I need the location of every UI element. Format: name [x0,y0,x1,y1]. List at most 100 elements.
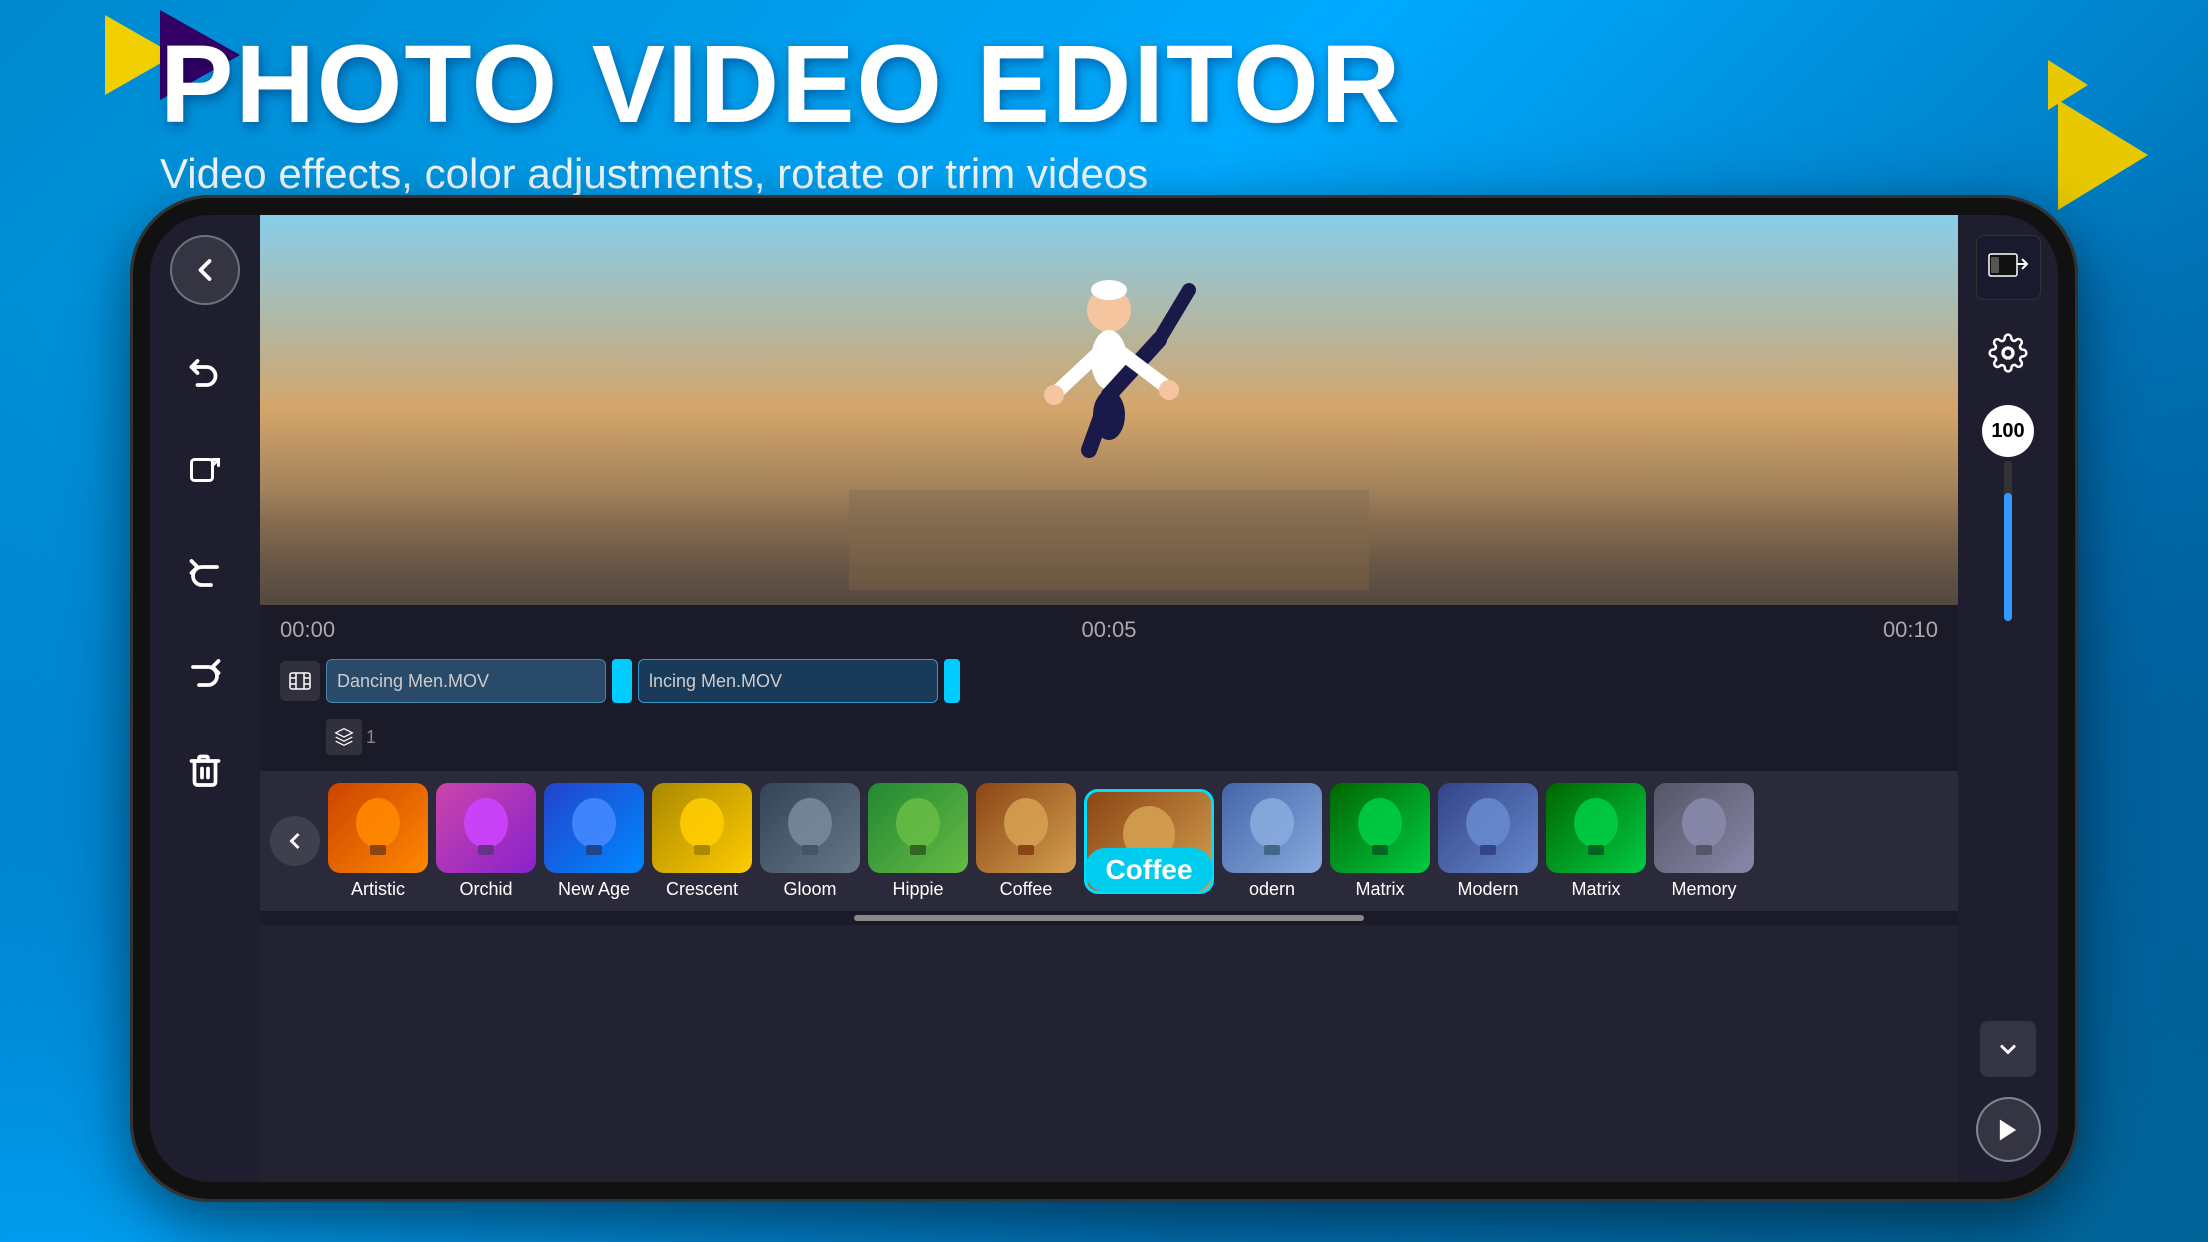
effect-label-memory: Memory [1671,879,1736,900]
video-track-row: Dancing Men.MOV lncing Men.MOV Break Dan… [280,653,1938,709]
settings-icon [1988,333,2028,373]
clip-1[interactable]: Dancing Men.MOV [326,659,606,703]
undo-button[interactable] [170,335,240,405]
main-content: 00:00 00:05 00:10 [260,215,1958,1182]
app-title: PHOTO VIDEO EDITOR [160,30,1402,140]
play-icon [1994,1116,2022,1144]
effect-thumb-modern2 [1438,783,1538,873]
video-track-icon [280,661,320,701]
balloon-artistic [348,793,408,863]
volume-fill [2004,493,2012,621]
effect-label-crescent: Crescent [666,879,738,900]
effect-label-matrix2: Matrix [1572,879,1621,900]
clip-2-label: lncing Men.MOV [649,671,782,692]
effects-strip: Artistic Orchid [260,771,1958,911]
balloon-orchid [456,793,516,863]
video-frame [260,215,1958,605]
scrollbar-area [260,911,1958,925]
export-button[interactable] [170,435,240,505]
settings-button[interactable] [1976,320,2041,385]
timestamp-5: 00:05 [1081,617,1136,643]
effect-item-gloom[interactable]: Gloom [760,783,860,900]
play-button[interactable] [1976,1097,2041,1162]
film-icon [288,669,312,693]
scroll-indicator[interactable] [854,915,1363,921]
effect-label-new-age: New Age [558,879,630,900]
effect-item-artistic[interactable]: Artistic [328,783,428,900]
overlay-icon [326,719,362,755]
balloon-matrix [1350,793,1410,863]
balloon-newage [564,793,624,863]
header: PHOTO VIDEO EDITOR Video effects, color … [160,30,1402,198]
effect-thumb-new-age [544,783,644,873]
redo-forward-icon [187,652,223,688]
redo-back-icon [187,552,223,588]
effect-item-matrix2[interactable]: Matrix [1546,783,1646,900]
phone-screen: 00:00 00:05 00:10 [150,215,2058,1182]
volume-slider[interactable]: 100 [1982,405,2034,1001]
effect-label-modern: odern [1249,879,1295,900]
undo-icon [187,352,223,388]
timeline-area: 00:00 00:05 00:10 [260,605,1958,771]
right-sidebar: 100 [1958,215,2058,1182]
effect-label-artistic: Artistic [351,879,405,900]
balloon-matrix2 [1566,793,1626,863]
timestamp-10: 00:10 [1883,617,1938,643]
effect-item-new-age[interactable]: New Age [544,783,644,900]
effect-item-hippie[interactable]: Hippie [868,783,968,900]
effect-label-matrix: Matrix [1356,879,1405,900]
balloon-hippie [888,793,948,863]
clip-border-cyan [612,659,632,703]
effect-item-coffee[interactable]: Coffee [976,783,1076,900]
effect-thumb-crescent [652,783,752,873]
balloon-memory [1674,793,1734,863]
phone-container: 00:00 00:05 00:10 [130,195,2078,1202]
balloon-coffee [996,793,1056,863]
balloon-modern [1242,793,1302,863]
triangle-yellow-small-icon [2048,60,2088,110]
effect-item-modern[interactable]: odern [1222,783,1322,900]
effect-item-crescent[interactable]: Crescent [652,783,752,900]
video-preview [260,215,1958,605]
app-subtitle: Video effects, color adjustments, rotate… [160,150,1402,198]
effect-item-matrix[interactable]: Matrix [1330,783,1430,900]
effect-label-gloom: Gloom [783,879,836,900]
effect-item-orchid[interactable]: Orchid [436,783,536,900]
volume-value: 100 [1982,405,2034,457]
chevron-down-icon [1994,1035,2022,1063]
layers-icon [334,727,354,747]
timeline-ruler: 00:00 00:05 00:10 [260,613,1958,647]
trash-icon [187,752,223,788]
redo-forward-button[interactable] [170,635,240,705]
clip-2[interactable]: lncing Men.MOV Break Dancing [638,659,938,703]
overlay-count-label: 1 [366,727,376,748]
effect-label-modern2: Modern [1457,879,1518,900]
collapse-button[interactable] [1980,1021,2036,1077]
export-icon [187,452,223,488]
effect-thumb-hippie [868,783,968,873]
effect-thumb-matrix2 [1546,783,1646,873]
effects-back-button[interactable] [270,816,320,866]
timestamp-0: 00:00 [280,617,335,643]
volume-track[interactable] [2004,461,2012,621]
back-button[interactable] [170,235,240,305]
effect-label-hippie: Hippie [892,879,943,900]
balloon-crescent [672,793,732,863]
redo-back-button[interactable] [170,535,240,605]
effect-thumb-modern [1222,783,1322,873]
effect-item-memory[interactable]: Memory [1654,783,1754,900]
timeline-timestamps: 00:00 00:05 00:10 [280,617,1938,643]
effect-thumb-artistic [328,783,428,873]
effect-item-modern2[interactable]: Modern [1438,783,1538,900]
delete-button[interactable] [170,735,240,805]
balloon-gloom [780,793,840,863]
effects-back-icon [281,827,309,855]
effect-thumb-memory [1654,783,1754,873]
effect-item-coffee-selected[interactable]: Coffee [1084,789,1214,894]
effect-thumb-orchid [436,783,536,873]
back-icon [187,252,223,288]
overlay-track-row: 1 [280,717,1938,757]
clip-end-border [944,659,960,703]
left-sidebar [150,215,260,1182]
export-right-button[interactable] [1976,235,2041,300]
